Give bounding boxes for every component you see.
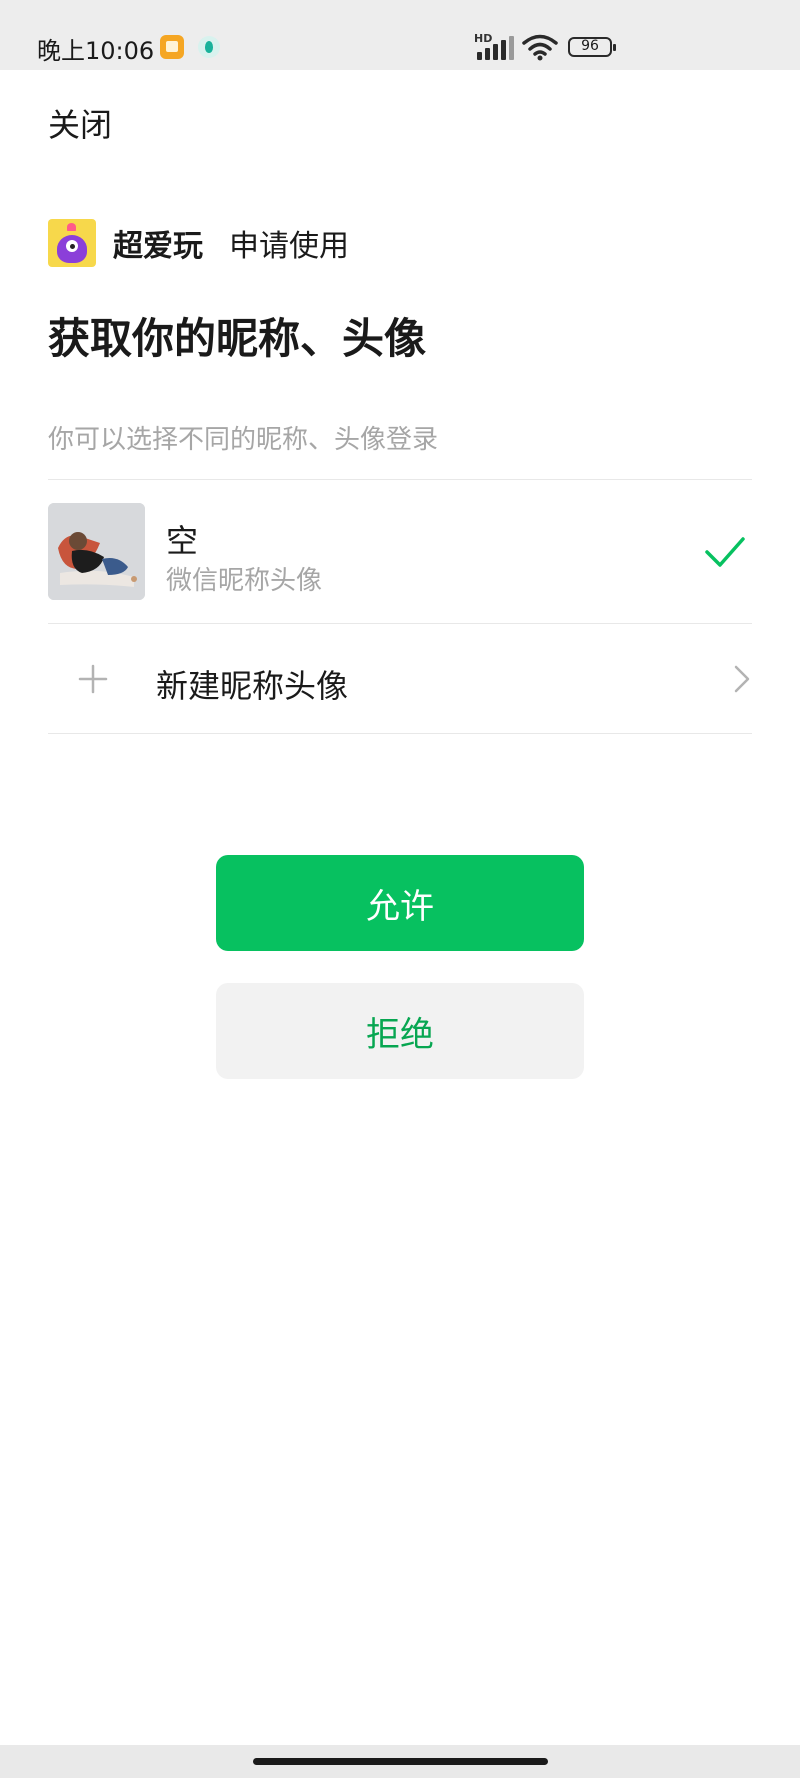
signal-icon — [477, 36, 514, 60]
plus-icon — [78, 664, 108, 694]
app-logo-icon — [48, 219, 96, 267]
status-bar: 晚上10:06 HD 96 — [0, 0, 800, 70]
home-indicator[interactable] — [253, 1758, 548, 1765]
chevron-right-icon — [734, 665, 750, 693]
status-time: 晚上10:06 — [37, 37, 155, 65]
new-profile-label: 新建昵称头像 — [156, 667, 349, 705]
wifi-icon — [522, 34, 558, 61]
deny-button[interactable]: 拒绝 — [216, 983, 584, 1079]
profile-option-wechat[interactable]: 空 微信昵称头像 — [48, 480, 752, 623]
checkmark-icon — [705, 537, 745, 567]
profile-name: 空 — [166, 522, 199, 560]
profile-description: 微信昵称头像 — [166, 566, 323, 596]
avatar — [48, 503, 145, 600]
page-title: 获取你的昵称、头像 — [48, 314, 427, 363]
divider — [48, 733, 752, 734]
notes-app-notification-icon — [160, 35, 184, 59]
battery-icon: 96 — [568, 37, 616, 57]
new-profile-button[interactable]: 新建昵称头像 — [48, 624, 752, 734]
allow-button[interactable]: 允许 — [216, 855, 584, 951]
app-name: 超爱玩 — [113, 229, 203, 264]
request-text: 申请使用 — [229, 229, 349, 264]
navigation-bar — [0, 1745, 800, 1778]
app-header: 超爱玩 申请使用 — [48, 219, 349, 267]
close-button[interactable]: 关闭 — [48, 100, 112, 146]
app-notification-icon — [198, 36, 220, 58]
subtitle: 你可以选择不同的昵称、头像登录 — [48, 425, 439, 455]
